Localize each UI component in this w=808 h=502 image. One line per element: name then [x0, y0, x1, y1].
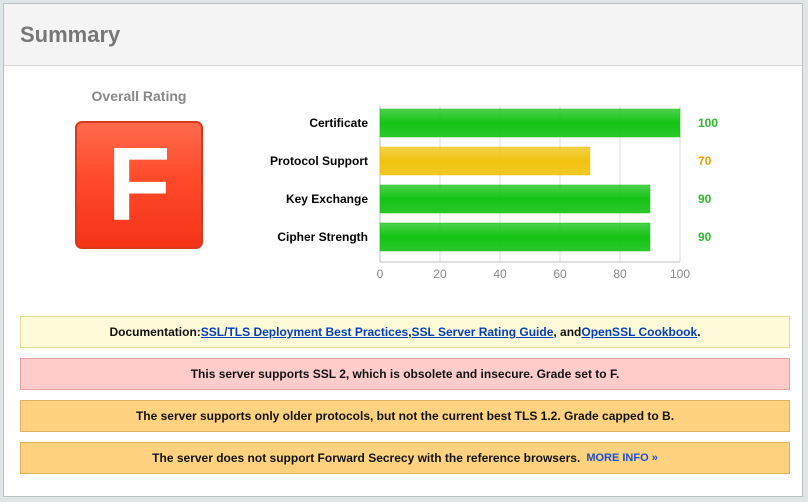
x-tick-label: 20: [433, 267, 447, 281]
rating-chart-svg: 0 20 40 60 80 100 Certificate 100 Protocol Suppo…: [270, 106, 718, 281]
openssl-cookbook-link[interactable]: OpenSSL Cookbook: [581, 325, 697, 339]
forward-secrecy-warning: The server does not support Forward Secr…: [20, 442, 790, 474]
bar: [379, 108, 681, 138]
rating-guide-link[interactable]: SSL Server Rating Guide: [412, 325, 554, 339]
best-practices-link[interactable]: SSL/TLS Deployment Best Practices: [201, 325, 408, 339]
category-label: Cipher Strength: [277, 230, 368, 244]
x-tick-label: 60: [553, 267, 567, 281]
x-tick-label: 100: [670, 267, 690, 281]
bar: [379, 146, 591, 176]
forward-secrecy-text: The server does not support Forward Secr…: [152, 451, 581, 465]
x-tick-label: 40: [493, 267, 507, 281]
bar: [379, 184, 651, 214]
x-tick-label: 80: [613, 267, 627, 281]
old-protocols-warning: The server supports only older protocols…: [20, 400, 790, 432]
category-label: Protocol Support: [270, 154, 368, 168]
old-protocols-text: The server supports only older protocols…: [135, 409, 675, 423]
doc-prefix: Documentation:: [109, 325, 201, 339]
value-label: 70: [698, 154, 712, 168]
value-label: 90: [698, 192, 712, 206]
doc-sep2: , and: [553, 325, 582, 339]
ssl2-error-text: This server supports SSL 2, which is obs…: [190, 367, 620, 381]
value-label: 90: [698, 230, 712, 244]
ssl2-error-notice: This server supports SSL 2, which is obs…: [20, 358, 790, 390]
category-label: Key Exchange: [286, 192, 368, 206]
category-label: Certificate: [309, 116, 368, 130]
x-tick-label: 0: [377, 267, 384, 281]
rating-chart: 0 20 40 60 80 100 Certificate 100 Protocol Suppo…: [4, 4, 804, 304]
bar: [379, 222, 651, 252]
documentation-notice: Documentation: SSL/TLS Deployment Best P…: [20, 316, 790, 348]
value-label: 100: [698, 116, 718, 130]
more-info-link[interactable]: MORE INFO »: [586, 452, 658, 464]
summary-panel: Summary Overall Rating F 0 20 40 60 80 100 Cer…: [3, 3, 803, 497]
doc-suffix: .: [697, 325, 701, 339]
